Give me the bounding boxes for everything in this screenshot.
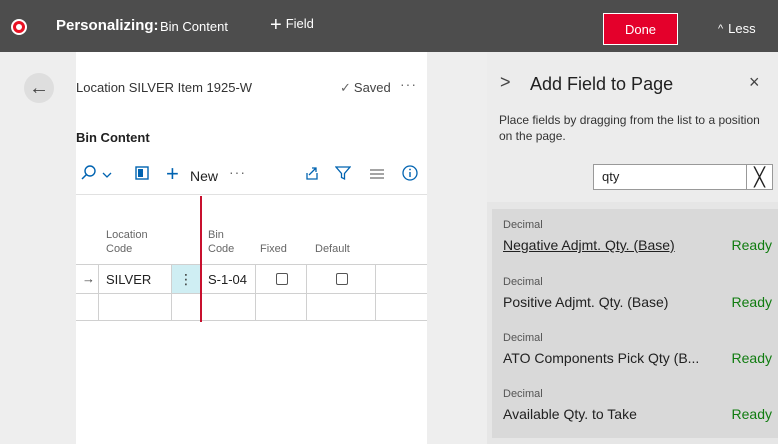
field-name[interactable]: ATO Components Pick Qty (B... <box>503 350 699 366</box>
field-status: Ready <box>731 350 772 366</box>
page-caption: Location SILVER Item 1925-W <box>76 80 253 95</box>
cell-default-checkbox[interactable] <box>336 273 348 285</box>
more-icon[interactable]: ··· <box>400 76 417 92</box>
field-list-item[interactable]: Decimal Negative Adjmt. Qty. (Base) Read… <box>492 209 778 269</box>
cell-fixed-checkbox[interactable] <box>276 273 288 285</box>
done-button[interactable]: Done <box>603 13 678 45</box>
header-line: Code <box>106 243 133 255</box>
share-icon[interactable] <box>304 165 320 186</box>
pane-help-text: Place fields by dragging from the list t… <box>499 113 760 143</box>
field-status: Ready <box>731 406 772 422</box>
list-icon[interactable] <box>370 167 384 185</box>
field-type: Decimal <box>503 388 543 400</box>
row-arrow-icon: → <box>82 271 95 286</box>
grid-line <box>255 265 256 321</box>
field-list-item[interactable]: Decimal Available Qty. to Take Ready <box>492 378 778 438</box>
saved-status: ✓ Saved <box>340 80 391 96</box>
chevron-down-icon[interactable] <box>101 168 113 186</box>
grid-line <box>98 265 99 321</box>
field-name[interactable]: Available Qty. to Take <box>503 406 637 422</box>
row-menu-button[interactable]: ⋮ <box>172 265 200 293</box>
part-title: Bin Content <box>76 130 150 145</box>
less-button[interactable]: ^ Less <box>718 21 756 36</box>
field-list-item[interactable]: Decimal Positive Adjmt. Qty. (Base) Read… <box>492 266 778 326</box>
personalizing-label: Personalizing: <box>56 17 159 34</box>
column-header-default[interactable]: Default <box>315 242 350 256</box>
checkmark-icon: ✓ <box>340 80 351 95</box>
clear-search-icon[interactable]: ╳ <box>746 165 772 189</box>
new-button[interactable]: + <box>166 161 179 187</box>
field-type: Decimal <box>503 332 543 344</box>
add-field-label: Field <box>285 16 314 31</box>
cell-bin-code[interactable]: S-1-04 <box>208 272 247 287</box>
field-status: Ready <box>731 237 772 253</box>
toolbar-divider <box>76 194 427 195</box>
grid-line <box>306 265 307 321</box>
field-search-input[interactable] <box>602 169 742 184</box>
field-search-box[interactable]: ╳ <box>593 164 773 190</box>
back-arrow-icon[interactable]: ← <box>24 73 54 103</box>
chevron-right-icon[interactable]: > <box>500 72 511 93</box>
add-field-button[interactable]: + Field <box>270 14 314 37</box>
header-line: Code <box>208 243 235 255</box>
cell-location-code[interactable]: SILVER <box>106 272 151 287</box>
header-line: Location <box>106 229 148 241</box>
plus-icon: + <box>270 14 282 36</box>
personalizing-page-name: Bin Content <box>160 19 228 34</box>
field-status: Ready <box>731 294 772 310</box>
field-type: Decimal <box>503 276 543 288</box>
field-type: Decimal <box>503 219 543 231</box>
excel-icon[interactable] <box>134 165 150 186</box>
toolbar-more-icon[interactable]: ··· <box>229 164 246 180</box>
filter-icon[interactable] <box>334 165 352 186</box>
pane-title: Add Field to Page <box>530 74 674 94</box>
column-header-fixed[interactable]: Fixed <box>260 242 287 256</box>
column-header-bin-code[interactable]: Bin Code <box>208 228 234 256</box>
personalization-bar: Personalizing: Bin Content + Field Done ^… <box>0 0 778 52</box>
header-line: Bin <box>208 229 224 241</box>
less-label: Less <box>728 21 756 36</box>
drop-position-indicator <box>200 196 202 322</box>
grid-line <box>375 265 376 321</box>
saved-label: Saved <box>353 80 391 95</box>
chevron-up-icon: ^ <box>718 23 724 35</box>
info-icon[interactable] <box>402 165 418 186</box>
close-icon[interactable]: × <box>749 72 760 93</box>
record-icon <box>11 19 27 35</box>
field-name[interactable]: Negative Adjmt. Qty. (Base) <box>503 237 675 253</box>
new-label[interactable]: New <box>190 168 218 184</box>
field-name[interactable]: Positive Adjmt. Qty. (Base) <box>503 294 668 310</box>
search-icon[interactable] <box>80 164 98 187</box>
column-header-location-code[interactable]: Location Code <box>106 228 148 256</box>
field-list-item[interactable]: Decimal ATO Components Pick Qty (B... Re… <box>492 322 778 382</box>
